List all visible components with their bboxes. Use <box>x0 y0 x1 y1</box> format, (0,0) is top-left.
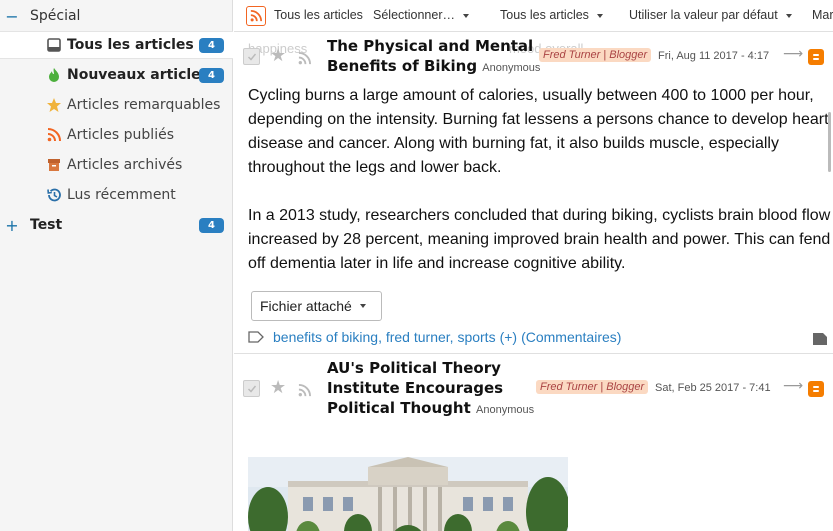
article-list: happiness mood overall ★ The Physical an… <box>234 32 833 531</box>
scrollbar-thumb[interactable] <box>828 112 831 172</box>
feed-label: Articles archivés <box>67 157 183 173</box>
feed-label: Nouveaux articles <box>67 67 210 83</box>
star-toggle-icon[interactable]: ★ <box>270 45 286 66</box>
article-date: Sat, Feb 25 2017 - 7:41 <box>655 382 771 394</box>
feed-source-tag[interactable]: Fred Turner | Blogger <box>536 380 649 394</box>
article-tags: benefits of biking, fred turner, sports … <box>248 329 621 345</box>
feed-published[interactable]: Articles publiés <box>0 121 233 149</box>
view-mode-label: Tous les articles <box>500 8 589 22</box>
star-toggle-icon[interactable]: ★ <box>270 377 286 398</box>
publish-rss-icon[interactable] <box>298 382 311 401</box>
title-line: The Physical and Mental <box>327 37 534 55</box>
feed-source-tag[interactable]: Fred Turner | Blogger <box>539 48 652 62</box>
more-menu[interactable]: Mar <box>812 8 833 22</box>
select-dropdown-label: Sélectionner… <box>373 8 455 22</box>
article-author: Anonymous <box>476 404 535 416</box>
tag-list[interactable]: benefits of biking, fred turner, sports <box>273 329 496 345</box>
toolbar: Tous les articles Sélectionner… Tous les… <box>234 0 833 32</box>
category-label: Test <box>30 217 63 233</box>
chevron-down-icon <box>785 13 792 18</box>
article-title[interactable]: AU's Political Theory Institute Encourag… <box>327 358 534 420</box>
chevron-down-icon <box>463 13 469 18</box>
comments-link[interactable]: (Commentaires) <box>521 329 621 345</box>
title-line: Institute Encourages <box>327 379 504 397</box>
note-icon[interactable] <box>812 331 828 350</box>
title-line: Political Thought <box>327 399 471 417</box>
rss-feed-icon[interactable] <box>246 6 266 26</box>
category-special[interactable]: − Spécial <box>0 2 233 30</box>
attachment-dropdown[interactable]: Fichier attaché <box>251 291 382 321</box>
sidebar: − Spécial Tous les articles 4 Nouveaux a… <box>0 0 233 531</box>
edit-tags-link[interactable]: (+) <box>500 329 518 345</box>
feed-label: Articles publiés <box>67 127 174 143</box>
publish-rss-icon[interactable] <box>298 50 311 69</box>
star-icon <box>46 97 62 113</box>
article-author: Anonymous <box>482 62 541 74</box>
article-body-p2: In a 2013 study, researchers concluded t… <box>248 207 831 272</box>
feed-recently-read[interactable]: Lus récemment <box>0 181 233 209</box>
rss-icon <box>46 127 62 143</box>
collapse-toggle[interactable]: − <box>0 7 24 26</box>
feed-starred[interactable]: Articles remarquables <box>0 91 233 119</box>
article-header[interactable]: happiness mood overall ★ The Physical an… <box>234 32 833 80</box>
title-line: AU's Political Theory <box>327 359 501 377</box>
title-line: Benefits of Biking <box>327 57 478 75</box>
blogger-icon[interactable] <box>808 49 824 65</box>
article-body-p1: Cycling burns a large amount of calories… <box>248 87 829 176</box>
archive-box-icon <box>46 157 62 173</box>
feed-archived[interactable]: Articles archivés <box>0 151 233 179</box>
fire-icon <box>46 67 62 83</box>
chevron-down-icon <box>359 304 366 308</box>
unread-count-badge: 4 <box>199 67 224 83</box>
category-label: Spécial <box>30 8 81 24</box>
unread-count-badge: 4 <box>199 37 224 53</box>
blogger-icon[interactable] <box>808 381 824 397</box>
arrow-right-icon[interactable]: ⟶ <box>783 46 803 62</box>
article-header[interactable]: ★ AU's Political Theory Institute Encour… <box>234 354 833 424</box>
attachment-label: Fichier attaché <box>260 298 352 314</box>
article-date: Fri, Aug 11 2017 - 4:17 <box>658 50 770 62</box>
article-title[interactable]: The Physical and Mental Benefits of Biki… <box>327 36 540 78</box>
select-checkbox[interactable] <box>243 380 260 397</box>
expand-toggle[interactable]: + <box>0 216 24 235</box>
select-checkbox[interactable] <box>243 48 260 65</box>
archive-tray-icon <box>46 37 62 53</box>
feed-new-articles[interactable]: Nouveaux articles 4 <box>0 61 233 89</box>
feed-label: Lus récemment <box>67 187 176 203</box>
feed-label: Tous les articles <box>67 37 194 53</box>
order-dropdown[interactable]: Utiliser la valeur par défaut <box>629 8 792 22</box>
feed-label: Articles remarquables <box>67 97 221 113</box>
feed-title: Tous les articles <box>274 8 363 22</box>
history-icon <box>46 187 62 203</box>
order-label: Utiliser la valeur par défaut <box>629 8 778 22</box>
feed-all-articles[interactable]: Tous les articles 4 <box>0 31 233 59</box>
select-dropdown[interactable]: Sélectionner… <box>373 8 469 22</box>
unread-count-badge: 4 <box>199 217 224 233</box>
view-mode-dropdown[interactable]: Tous les articles <box>500 8 603 22</box>
arrow-right-icon[interactable]: ⟶ <box>783 378 803 394</box>
category-test[interactable]: + Test 4 <box>0 211 233 239</box>
tag-icon <box>248 331 264 343</box>
chevron-down-icon <box>596 13 603 18</box>
article-image <box>248 457 568 531</box>
